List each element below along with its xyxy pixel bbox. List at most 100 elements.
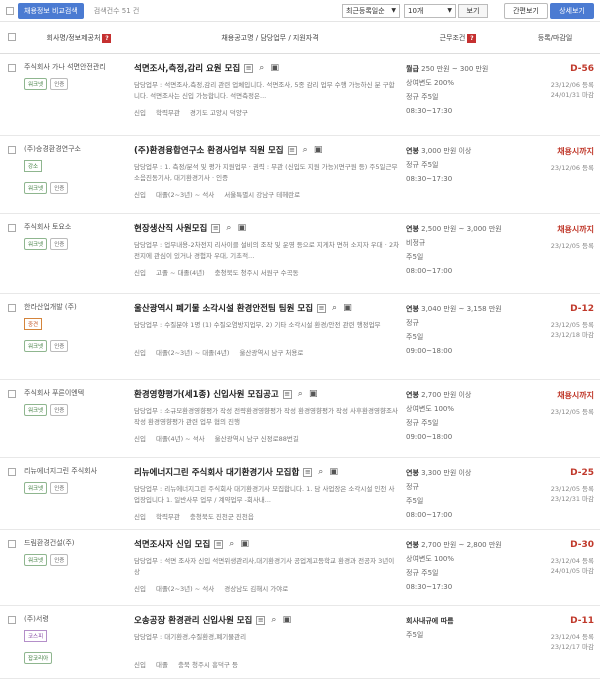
help-icon[interactable]: ? [102,33,112,43]
company-name[interactable]: 주식회사 토요소 [24,222,134,232]
simple-view-button[interactable]: 간편보기 [504,2,548,19]
row-checkbox[interactable] [8,616,16,624]
education-level: 대졸 [155,661,168,669]
row-checkbox[interactable] [8,468,16,476]
company-name[interactable]: 리뉴에너지그린 주식회사 [24,466,134,476]
photo-icon[interactable]: ▣ [237,223,247,233]
row-checkbox[interactable] [8,146,16,154]
d-day-badge: 채용시까지 [557,225,594,234]
compare-search-button[interactable]: 채용정보 비교검색 [18,2,84,19]
chevron-down-icon: ▼ [391,7,396,14]
search-icon[interactable]: ⌕ [224,223,233,233]
select-all-checkbox[interactable] [6,6,14,15]
career-level: 신입 [134,349,146,357]
document-icon[interactable]: ≡ [211,223,221,233]
source-badge: 워크넷 [24,554,48,566]
header-checkbox[interactable] [8,32,16,41]
company-category-badge: 코스피 [24,630,48,642]
certified-badge: 인증 [50,78,69,90]
document-icon[interactable]: ≡ [244,63,254,73]
per-page-select[interactable]: 10개 ▼ [404,3,456,18]
photo-icon[interactable]: ▣ [240,539,250,549]
work-location: 서울특별시 강남구 테헤란로 [224,191,301,199]
search-icon[interactable]: ⌕ [257,63,266,73]
view-button[interactable]: 보기 [458,3,488,18]
job-duty: 담당업무 : 소규모환경영향평가 작성 전략환경영향평가 작성 환경영향평가 작… [134,407,398,426]
job-title-link[interactable]: 울산광역시 폐기물 소각시설 환경안전팀 팀원 모집 [134,302,313,314]
salary-range: 250 만원 ~ 300 만원 [421,65,489,73]
job-title-link[interactable]: 현장생산직 사원모집 [134,222,207,234]
document-icon[interactable]: ≡ [282,389,292,399]
d-day-badge: D-25 [570,468,594,478]
company-name[interactable]: 드림환경건설(주) [24,538,134,548]
conditions-column-header: 근무조건 [439,33,466,42]
table-row: (주)서령 코스피 잡코리아 오송공장 환경관리 신입사원 모집 ≡ ⌕ ▣ 담… [0,606,600,679]
job-title-link[interactable]: (주)환경융합연구소 환경사업부 직원 모집 [134,144,284,156]
registered-date: 23/12/05 등록 [550,242,594,250]
document-icon[interactable]: ≡ [303,467,313,477]
document-icon[interactable]: ≡ [256,615,266,625]
job-title-link[interactable]: 오송공장 환경관리 신입사원 모집 [134,614,252,626]
bonus-or-type: 상여변도 100% [406,555,454,563]
photo-icon[interactable]: ▣ [282,615,292,625]
deadline-date: 23/12/17 마감 [550,643,594,651]
document-icon[interactable]: ≡ [317,303,327,313]
photo-icon[interactable]: ▣ [314,145,323,155]
job-duty: 담당업무 : 업무내용-2차전지 리사이클 설비의 조작 및 운영 등으로 지게… [134,241,400,260]
employment-type: 주5일 [406,253,424,261]
document-icon[interactable]: ≡ [214,539,224,549]
help-icon[interactable]: ? [467,33,477,43]
job-title-line: (주)환경융합연구소 환경사업부 직원 모집 ≡ ⌕ ▣ [134,144,400,156]
search-icon[interactable]: ⌕ [301,145,310,155]
job-title-link[interactable]: 석면조사,측정,감리 요원 모집 [134,62,240,74]
job-title-link[interactable]: 리뉴에너지그린 주식회사 대기환경기사 모집합 [134,466,299,478]
education-level: 대졸(4년) ~ 석사 [155,435,205,443]
registered-date: 23/12/04 등록 [550,557,594,565]
chevron-down-icon: ▼ [447,7,452,14]
photo-icon[interactable]: ▣ [329,467,339,477]
source-badge: 워크넷 [24,482,48,494]
search-icon[interactable]: ⌕ [227,539,236,549]
job-title-link[interactable]: 석면조사자 신입 모집 [134,538,210,550]
job-title-line: 환경영향평가(세1종) 신입사원 모집공고 ≡ ⌕ ▣ [134,388,400,400]
company-name[interactable]: 주식회사 푸른이엔텍 [24,388,134,398]
row-checkbox[interactable] [8,540,16,548]
work-hours: 09:00~18:00 [406,433,453,441]
company-name[interactable]: (주)승경환경연구소 [24,144,134,154]
search-icon[interactable]: ⌕ [330,303,339,313]
salary-type: 연봉 [406,469,419,477]
work-hours: 08:30~17:30 [406,107,453,115]
search-icon[interactable]: ⌕ [269,615,278,625]
sort-select[interactable]: 최근등록일순 ▼ [342,3,400,18]
row-checkbox[interactable] [8,390,16,398]
company-name[interactable]: 한라산업개발 (주) [24,302,134,312]
source-badge: 워크넷 [24,182,48,194]
search-icon[interactable]: ⌕ [296,389,305,399]
photo-icon[interactable]: ▣ [270,63,279,73]
document-icon[interactable]: ≡ [287,145,297,155]
work-hours: 08:30~17:30 [406,175,453,183]
bonus-or-type: 상여변도 200% [406,79,454,87]
table-row: 드림환경건설(주) 워크넷 인증 석면조사자 신입 모집 ≡ ⌕ ▣ 담당업무 … [0,530,600,606]
registered-date: 23/12/04 등록 [550,633,594,641]
photo-icon[interactable]: ▣ [343,303,352,313]
education-level: 고졸 ~ 대졸(4년) [155,269,205,277]
job-title-link[interactable]: 환경영향평가(세1종) 신입사원 모집공고 [134,388,279,400]
company-name[interactable]: 주식회사 가나 석면안전관리 [24,62,134,72]
search-icon[interactable]: ⌕ [316,467,325,477]
company-name[interactable]: (주)서령 [24,614,134,624]
work-hours: 09:00~18:00 [406,347,453,355]
employment-type: 정규 [406,161,419,169]
education-level: 대졸(2~3년) ~ 석사 [155,585,215,593]
row-checkbox[interactable] [8,64,16,72]
table-row: (주)승경환경연구소 강소 워크넷 인증 (주)환경융합연구소 환경사업부 직원… [0,136,600,214]
row-checkbox[interactable] [8,304,16,312]
job-title-line: 오송공장 환경관리 신입사원 모집 ≡ ⌕ ▣ [134,614,400,626]
work-hours: 08:30~17:30 [406,583,453,591]
photo-icon[interactable]: ▣ [309,389,318,399]
certified-badge: 인증 [50,238,69,250]
salary-type: 연봉 [406,391,419,399]
row-checkbox[interactable] [8,224,16,232]
work-hours: 08:00~17:00 [406,511,453,519]
detail-view-button[interactable]: 상세보기 [550,2,594,19]
